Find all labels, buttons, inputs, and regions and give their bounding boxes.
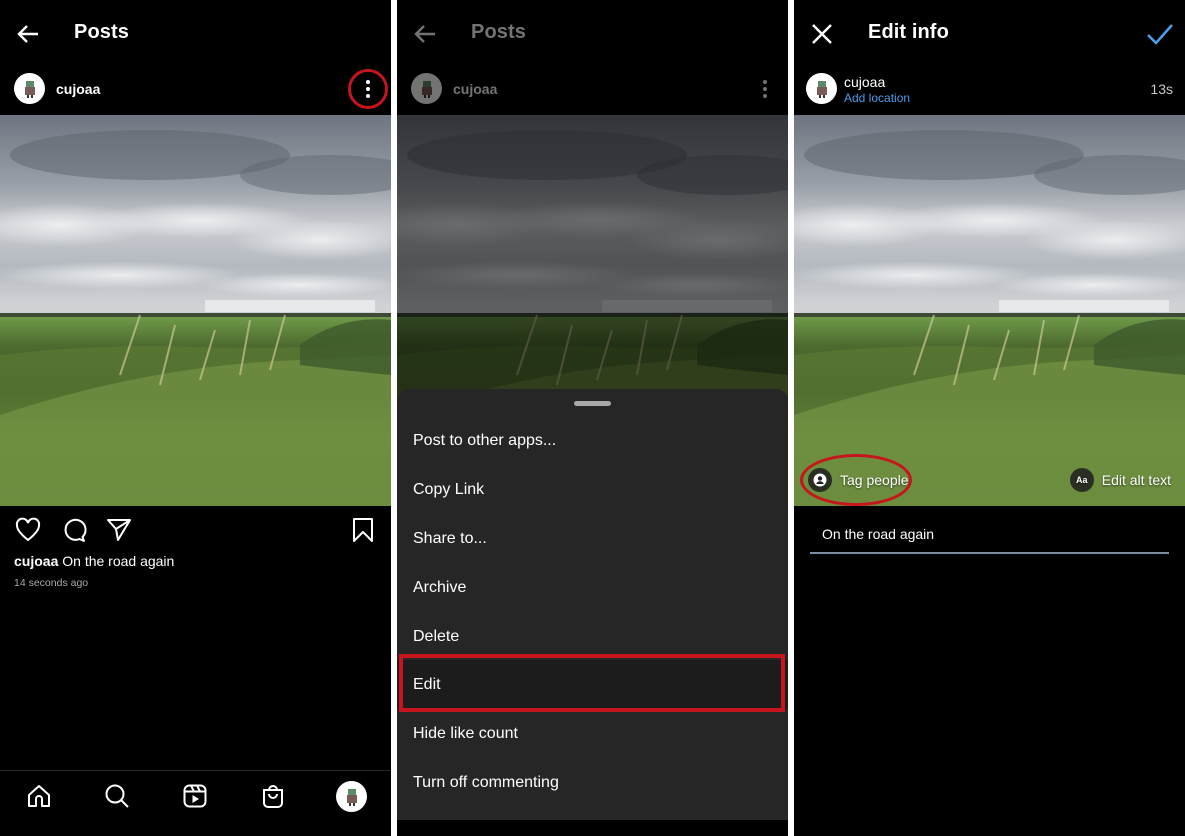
menu-item-copy-link[interactable]: Copy Link: [397, 465, 788, 514]
post-header: cujoaa Add location 13s: [794, 70, 1185, 110]
edit-alt-text-label: Edit alt text: [1101, 472, 1171, 488]
post-header: cujoaa: [0, 70, 391, 110]
post-username[interactable]: cujoaa: [56, 81, 100, 97]
tag-people-label: Tag people: [840, 472, 909, 488]
post-username: cujoaa: [844, 74, 886, 90]
options-sheet-screen: Posts cujoaa Post to other apps... Copy …: [397, 0, 788, 836]
page-title: Edit info: [868, 21, 949, 43]
add-location-link[interactable]: Add location: [844, 91, 910, 105]
menu-item-turn-off-commenting[interactable]: Turn off commenting: [397, 758, 788, 807]
person-icon: [808, 468, 832, 492]
close-icon[interactable]: [808, 20, 836, 48]
more-options-button[interactable]: [355, 70, 381, 108]
avatar[interactable]: [14, 73, 45, 104]
menu-item-post-to-other-apps[interactable]: Post to other apps...: [397, 416, 788, 465]
more-vertical-icon: [366, 80, 370, 84]
avatar: [806, 73, 837, 104]
profile-avatar[interactable]: [336, 781, 367, 812]
drag-handle[interactable]: [574, 401, 611, 406]
caption-username[interactable]: cujoaa: [14, 553, 58, 569]
menu-item-hide-like-count[interactable]: Hide like count: [397, 709, 788, 758]
post-age: 13s: [1150, 81, 1173, 97]
menu-item-edit[interactable]: Edit: [397, 660, 788, 709]
home-icon[interactable]: [25, 782, 53, 810]
text-format-icon: Aa: [1069, 468, 1094, 492]
caption-text: On the road again: [62, 553, 175, 569]
posts-screen: Posts cujoaa cujoaa On the road again 14…: [0, 0, 391, 836]
menu-item-delete[interactable]: Delete: [397, 612, 788, 661]
tag-people-button[interactable]: Tag people: [808, 466, 909, 494]
post-timestamp: 14 seconds ago: [14, 577, 89, 589]
post-caption: cujoaa On the road again: [14, 553, 174, 569]
search-icon[interactable]: [103, 782, 131, 810]
top-bar: Posts: [0, 0, 391, 68]
menu-item-share-to[interactable]: Share to...: [397, 514, 788, 563]
bottom-nav: [0, 770, 391, 836]
send-icon[interactable]: [105, 516, 133, 544]
bookmark-icon[interactable]: [349, 516, 377, 544]
edit-info-screen: Edit info cujoaa Add location 13s Tag pe…: [794, 0, 1185, 836]
menu-item-archive[interactable]: Archive: [397, 563, 788, 612]
caption-input[interactable]: [810, 516, 1169, 554]
page-title: Posts: [74, 21, 129, 43]
reels-icon[interactable]: [181, 782, 209, 810]
comment-icon[interactable]: [60, 516, 88, 544]
post-photo[interactable]: [0, 115, 391, 506]
top-bar: Edit info: [794, 0, 1185, 68]
shop-icon[interactable]: [259, 782, 287, 810]
edit-alt-text-button[interactable]: Aa Edit alt text: [1069, 466, 1171, 494]
check-icon[interactable]: [1145, 20, 1175, 48]
post-photo: [794, 115, 1185, 506]
arrow-left-icon[interactable]: [14, 20, 42, 48]
post-actions: [0, 512, 391, 548]
heart-icon[interactable]: [14, 516, 42, 544]
